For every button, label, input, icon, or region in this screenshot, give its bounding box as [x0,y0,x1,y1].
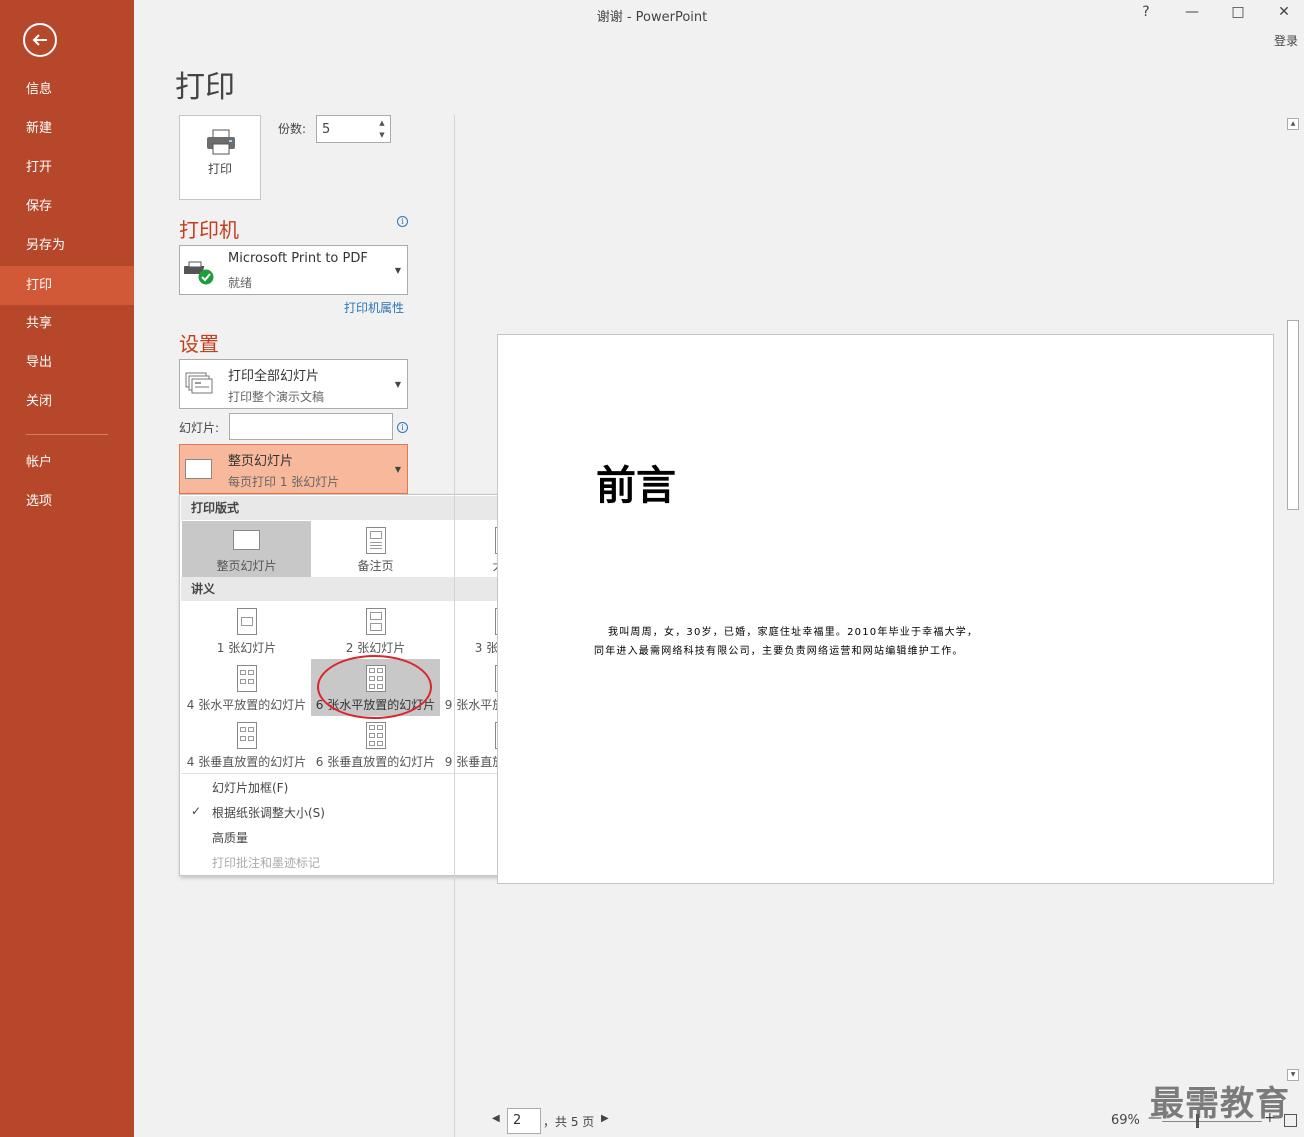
print-range-select[interactable]: 打印全部幻灯片 打印整个演示文稿 ▼ [179,359,408,409]
page-title: 打印 [175,70,235,105]
page-number-input[interactable]: 2 [507,1108,541,1134]
copies-value: 5 [322,122,331,137]
prev-page-icon[interactable]: ◀ [492,1113,500,1124]
printer-ready-icon [184,261,214,285]
print-layout-sub: 每页打印 1 张幻灯片 [228,475,340,489]
handout-6h-icon [366,665,386,692]
sidebar-item-options[interactable]: 选项 [0,482,134,521]
option-high-quality[interactable]: 高质量 [212,829,248,846]
option-scale-to-fit[interactable]: 根据纸张调整大小(S) [212,804,325,821]
window-title: 谢谢 - PowerPoint [596,10,708,25]
slides-info-icon[interactable]: i [397,422,408,433]
help-button[interactable]: ? [1134,4,1158,20]
sidebar-item-open[interactable]: 打开 [0,148,134,187]
slide-body-line: 同年进入最需网络科技有限公司，主要负责网络运营和网站编辑维护工作。 [594,646,964,657]
spin-down-icon[interactable]: ▼ [376,129,388,141]
sidebar-item-new[interactable]: 新建 [0,109,134,148]
handout-4-vertical[interactable]: 4 张垂直放置的幻灯片 [182,716,311,773]
sidebar-item-save-as[interactable]: 另存为 [0,226,134,265]
preview-scrollbar[interactable]: ▲ ▼ [1286,117,1301,1084]
sidebar-item-close[interactable]: 关闭 [0,382,134,421]
handout-4v-icon [237,722,257,749]
sidebar-divider [26,434,108,435]
handout-6-horizontal[interactable]: 6 张水平放置的幻灯片 [311,659,440,716]
check-icon: ✓ [191,804,202,818]
handout-6v-icon [366,722,386,749]
minimize-button[interactable]: — [1180,4,1204,20]
layout-label: 备注页 [357,559,394,573]
slides-input[interactable] [229,413,393,440]
copies-label: 份数: [278,122,307,136]
slide-title: 前言 [596,463,676,509]
layout-notes-page[interactable]: 备注页 [311,521,440,578]
sidebar-item-share[interactable]: 共享 [0,304,134,343]
sidebar-item-save[interactable]: 保存 [0,187,134,226]
layout-full-page[interactable]: 整页幻灯片 [182,521,311,578]
printer-name: Microsoft Print to PDF [228,251,368,266]
sidebar-item-account[interactable]: 帐户 [0,443,134,482]
sidebar-item-info[interactable]: 信息 [0,70,134,109]
full-page-slide-icon [233,530,260,550]
slide-body: 我叫周周，女，30岁，已婚，家庭住址幸福里。2010年毕业于幸福大学， 同年进入… [594,623,978,661]
slide-body-line: 我叫周周，女，30岁，已婚，家庭住址幸福里。2010年毕业于幸福大学， [608,627,979,638]
chevron-down-icon: ▼ [394,380,401,389]
page-total: ，共 5 页 [543,1115,595,1129]
scroll-thumb[interactable] [1287,320,1299,510]
print-layout-main: 整页幻灯片 [228,454,294,469]
scroll-up-icon[interactable]: ▲ [1287,118,1299,130]
printer-info-icon[interactable]: i [397,216,408,227]
sidebar-item-export[interactable]: 导出 [0,343,134,382]
print-button[interactable]: 打印 [179,115,261,200]
chevron-down-icon: ▼ [394,266,401,275]
next-page-icon[interactable]: ▶ [601,1113,609,1124]
handout-4h-icon [237,665,257,692]
back-arrow-icon [32,34,47,46]
printer-heading: 打印机 [179,218,239,242]
backstage-sidebar: 信息 新建 打开 保存 另存为 打印 共享 导出 关闭 帐户 选项 [0,0,134,1137]
handout-1-slide[interactable]: 1 张幻灯片 [182,602,311,659]
sidebar-item-print[interactable]: 打印 [0,266,134,305]
handout-4-horizontal[interactable]: 4 张水平放置的幻灯片 [182,659,311,716]
print-range-main: 打印全部幻灯片 [228,369,320,384]
slides-label: 幻灯片: [179,421,220,435]
close-button[interactable]: ✕ [1272,4,1296,20]
handout-label: 1 张幻灯片 [216,641,277,655]
handout-label: 6 张垂直放置的幻灯片 [315,755,436,769]
back-button[interactable] [23,23,57,57]
handout-2-icon [366,608,386,635]
printer-status: 就绪 [228,276,253,290]
handout-label: 2 张幻灯片 [345,641,406,655]
slides-stack-icon [185,372,213,394]
print-layout-select[interactable]: 整页幻灯片 每页打印 1 张幻灯片 ▼ [179,444,408,494]
print-button-label: 打印 [207,162,232,176]
printer-select[interactable]: Microsoft Print to PDF 就绪 ▼ [179,245,408,295]
handout-label: 6 张水平放置的幻灯片 [315,698,436,712]
printer-properties-link[interactable]: 打印机属性 [344,299,404,316]
option-print-comments: 打印批注和墨迹标记 [212,856,321,870]
maximize-button[interactable]: □ [1226,4,1250,20]
handout-label: 4 张水平放置的幻灯片 [186,698,307,712]
signin-link[interactable]: 登录 [1274,32,1298,49]
preview-divider [454,115,455,1137]
handout-2-slides[interactable]: 2 张幻灯片 [311,602,440,659]
settings-heading: 设置 [179,332,219,356]
handout-1-icon [237,608,257,635]
full-page-slide-icon [185,459,212,479]
notes-page-icon [366,527,386,554]
copies-stepper[interactable]: 5 ▲ ▼ [316,115,391,143]
option-frame-slides[interactable]: 幻灯片加框(F) [212,779,288,796]
watermark-logo: 最需教育 [1150,1084,1290,1124]
chevron-down-icon: ▼ [394,465,401,474]
slide-preview: 前言 我叫周周，女，30岁，已婚，家庭住址幸福里。2010年毕业于幸福大学， 同… [497,334,1274,884]
handout-label: 4 张垂直放置的幻灯片 [186,755,307,769]
layout-label: 整页幻灯片 [216,559,277,573]
print-range-sub: 打印整个演示文稿 [228,390,325,404]
spin-up-icon[interactable]: ▲ [376,117,388,129]
handout-6-vertical[interactable]: 6 张垂直放置的幻灯片 [311,716,440,773]
zoom-level[interactable]: 69% [1111,1113,1140,1128]
printer-icon [207,129,235,155]
